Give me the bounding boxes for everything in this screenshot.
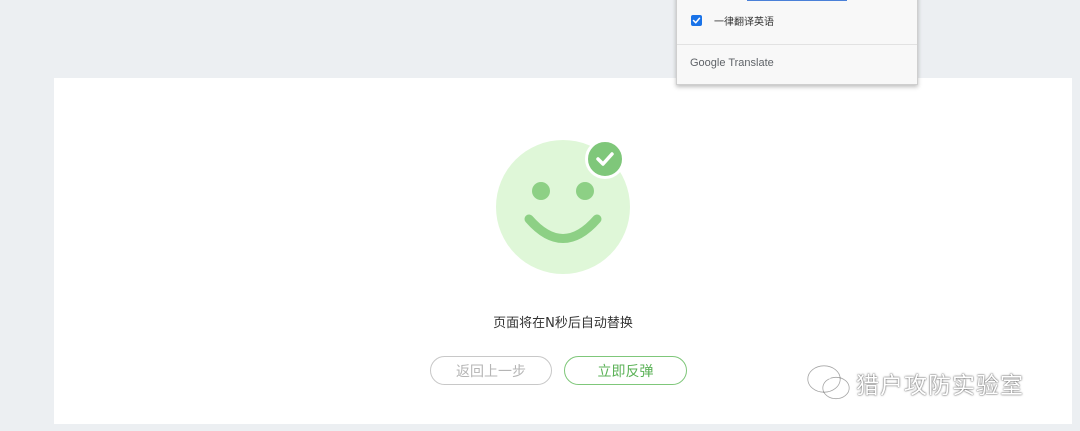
always-translate-label: 一律翻译英语: [714, 17, 774, 28]
check-icon: [596, 152, 614, 166]
tab-underline: [747, 0, 847, 1]
google-translate-popup: 一律翻译英语 Google Translate: [676, 0, 918, 85]
page: 页面将在N秒后自动替换 返回上一步 立即反弹 猎户攻防实验室 一律翻译英语 Go…: [0, 0, 1080, 431]
divider: [677, 44, 917, 45]
wechat-icon: [807, 365, 850, 402]
smiley-illustration: [496, 139, 636, 280]
google-translate-brand: Google Translate: [690, 57, 774, 69]
check-badge: [585, 139, 625, 179]
status-message: 页面将在N秒后自动替换: [493, 316, 633, 331]
always-translate-checkbox[interactable]: [691, 15, 702, 26]
watermark: 猎户攻防实验室: [806, 364, 1024, 402]
checkmark-icon: [692, 17, 701, 24]
watermark-text: 猎户攻防实验室: [856, 373, 1024, 399]
back-button[interactable]: 返回上一步: [430, 356, 552, 385]
always-translate-option[interactable]: 一律翻译英语: [691, 13, 774, 28]
bounce-now-button[interactable]: 立即反弹: [564, 356, 687, 385]
